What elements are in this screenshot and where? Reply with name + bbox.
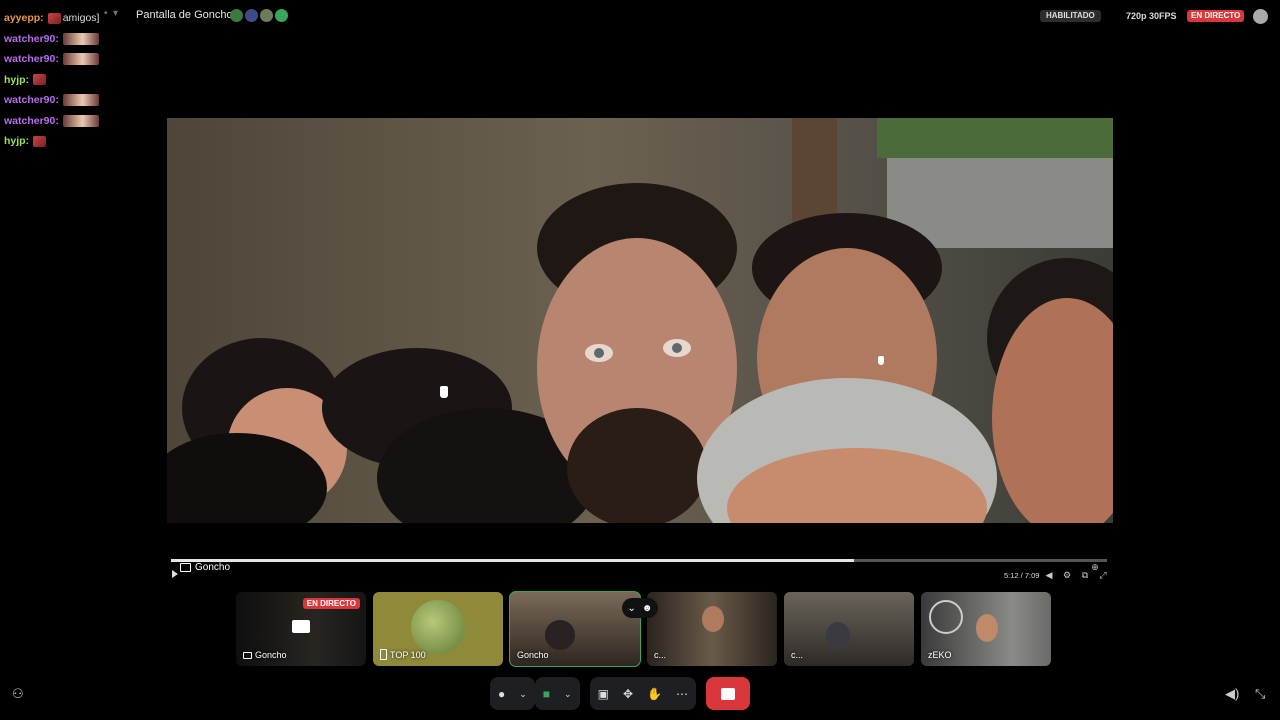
call-controls: ● ⌄ ■ ⌄ ▣ ✥ ✋ ⋯	[490, 677, 750, 710]
stream-label: Goncho	[180, 562, 230, 573]
chat-username: ayyepp:	[4, 12, 44, 25]
live-badge: EN DIRECTO	[302, 598, 360, 609]
enabled-badge[interactable]: HABILITADO	[1040, 10, 1101, 22]
fullscreen-icon[interactable]: ⤢	[1098, 570, 1108, 580]
avatar-icon	[245, 9, 258, 22]
chat-message: watcher90:	[4, 90, 134, 111]
popout-icon[interactable]: ⧉	[1080, 570, 1090, 580]
participant-tile[interactable]: Goncho	[509, 591, 641, 667]
avatar-icon	[230, 9, 243, 22]
participant-tile[interactable]: EN DIRECTO Goncho	[236, 592, 366, 666]
microphone-icon[interactable]: ●	[498, 687, 505, 701]
end-call-icon	[720, 687, 735, 700]
camera-group: ■ ⌄	[534, 677, 580, 710]
seek-bar[interactable]	[171, 559, 1107, 562]
settings-icon[interactable]: ⚙	[1062, 570, 1072, 580]
hand-cursor-icon	[440, 386, 448, 398]
screen-share-icon[interactable]: ▣	[598, 687, 609, 701]
stream-video[interactable]	[167, 118, 1113, 523]
emote-icon	[62, 32, 99, 45]
screen-share-icon	[180, 563, 191, 572]
window-title: Pantalla de Goncho	[136, 9, 233, 21]
live-badge: EN DIRECTO	[1187, 10, 1245, 22]
logo-icon	[929, 600, 963, 634]
tile-label: Goncho	[243, 650, 287, 660]
participant-tile[interactable]: c...	[784, 592, 914, 666]
hand-cursor-icon	[878, 356, 884, 365]
emote-icon	[33, 135, 47, 147]
chevron-down-icon: ⌄	[627, 602, 636, 614]
emote-icon	[62, 94, 99, 107]
playback-time: 5:12 / 7:09	[1004, 571, 1040, 580]
tile-preview	[784, 592, 914, 666]
add-activity-icon[interactable]: ⚇	[12, 686, 24, 702]
tile-name: TOP 100	[390, 649, 426, 660]
person-silhouette	[702, 606, 724, 632]
avatar	[411, 600, 465, 654]
soundboard-icon[interactable]: ✋	[647, 687, 662, 701]
play-icon[interactable]	[172, 570, 178, 578]
tile-label: TOP 100	[380, 649, 426, 660]
activities-icon[interactable]: ✥	[623, 687, 633, 701]
stream-quality: 720p 30FPS	[1126, 11, 1177, 21]
emote-icon	[62, 53, 99, 66]
tile-label: zEKO	[928, 650, 952, 660]
chat-message: hyjp:	[4, 70, 134, 91]
chat-username: watcher90:	[4, 94, 59, 107]
chevron-down-icon[interactable]: ⌄	[564, 687, 572, 701]
chat-message: hyjp:	[4, 131, 134, 152]
chat-username: watcher90:	[4, 114, 59, 127]
emote-icon	[62, 114, 99, 127]
seek-progress	[171, 559, 855, 562]
chat-message: ayyepp: amigos]	[4, 8, 134, 29]
mic-group: ● ⌄	[490, 677, 535, 710]
chat-message: watcher90:	[4, 29, 134, 50]
tile-name: Goncho	[517, 650, 549, 660]
participant-tile[interactable]: c...	[647, 592, 777, 666]
speaker-icon[interactable]: ◀)	[1225, 686, 1239, 702]
tile-name: c...	[654, 650, 667, 660]
chat-message: watcher90:	[4, 111, 134, 132]
emote-icon	[33, 74, 47, 86]
chat-username: hyjp:	[4, 135, 30, 148]
participant-tile[interactable]: zEKO	[921, 592, 1051, 666]
streamer-name: Goncho	[195, 562, 231, 573]
phone-icon	[380, 649, 387, 660]
person-silhouette	[545, 620, 575, 650]
disconnect-button[interactable]	[705, 677, 750, 710]
chat-overlay: ayyepp: amigos] watcher90: watcher90: hy…	[4, 8, 134, 152]
chevron-down-icon[interactable]: ⌄	[519, 687, 527, 701]
screen-share-icon	[292, 620, 310, 633]
screen-share-icon	[243, 651, 252, 659]
top-bar: • ▾ Pantalla de Goncho HABILITADO 720p 3…	[0, 0, 1280, 32]
participant-tile[interactable]: TOP 100	[373, 592, 503, 666]
tile-name: zEKO	[928, 650, 952, 660]
actions-group: ▣ ✥ ✋ ⋯	[589, 677, 696, 710]
emote-icon	[47, 12, 61, 24]
camera-icon[interactable]: ■	[543, 687, 550, 701]
participant-icons[interactable]	[230, 9, 288, 22]
person-silhouette	[826, 622, 850, 650]
volume-icon[interactable]: ◀	[1044, 570, 1054, 580]
tile-label: c...	[791, 650, 803, 660]
avatar-icon	[260, 9, 273, 22]
discord-icon	[275, 9, 288, 22]
participants-icon: ☻	[641, 602, 653, 614]
video-frame	[167, 118, 1113, 523]
tile-name: Goncho	[255, 650, 287, 660]
person-silhouette	[976, 614, 998, 642]
chat-username: hyjp:	[4, 73, 30, 86]
exit-fullscreen-icon[interactable]: ⤡	[1255, 686, 1265, 702]
chat-username: watcher90:	[4, 53, 59, 66]
chat-text: amigos]	[62, 12, 100, 25]
tile-label: c...	[654, 650, 666, 660]
chat-username: watcher90:	[4, 32, 59, 45]
tile-label: Goncho	[517, 650, 549, 660]
tiles-collapse-button[interactable]: ⌄ ☻	[622, 598, 658, 618]
more-icon[interactable]: ⋯	[676, 687, 688, 701]
chat-bubble-icon[interactable]	[1253, 9, 1268, 24]
tile-name: c...	[791, 650, 804, 660]
chat-message: watcher90:	[4, 49, 134, 70]
